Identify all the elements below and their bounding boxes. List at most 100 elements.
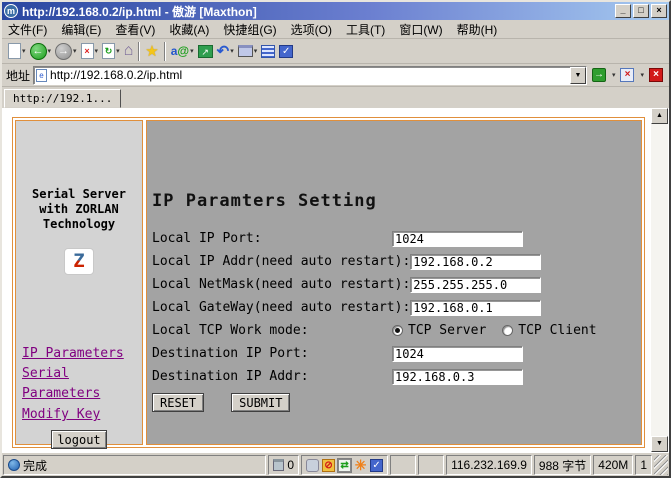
- local-ip-addr-field[interactable]: [410, 254, 541, 270]
- address-input[interactable]: e http://192.168.0.2/ip.html ▼: [33, 66, 587, 85]
- field-label: Local NetMask(need auto restart):: [152, 277, 410, 292]
- form-fill-button[interactable]: ✓: [277, 40, 295, 62]
- resize-grip[interactable]: [654, 455, 668, 475]
- url-text[interactable]: http://192.168.0.2/ip.html: [50, 68, 570, 82]
- minimize-button[interactable]: _: [615, 4, 631, 18]
- empty-panel: [418, 455, 444, 475]
- menu-options[interactable]: 选项(O): [291, 21, 332, 38]
- popup-block-button[interactable]: ×: [618, 66, 636, 85]
- vertical-scrollbar[interactable]: ▲ ▼: [651, 108, 668, 452]
- tools-button[interactable]: ▾: [236, 40, 260, 62]
- scroll-up-icon[interactable]: ▲: [651, 108, 668, 124]
- back-button[interactable]: ←▾: [28, 40, 54, 62]
- destination-ip-addr-field[interactable]: [392, 369, 523, 385]
- menu-window[interactable]: 窗口(W): [399, 21, 442, 38]
- local-gateway-field[interactable]: [410, 300, 541, 316]
- brand-line: with ZORLAN: [16, 202, 142, 217]
- hand-gesture-icon[interactable]: [306, 459, 319, 472]
- tcp-client-radio[interactable]: [502, 325, 513, 336]
- chevron-down-icon[interactable]: ▾: [22, 47, 26, 55]
- field-label: Local IP Port:: [152, 231, 392, 246]
- chevron-down-icon[interactable]: ▾: [95, 47, 99, 55]
- maxthon-logo-icon: m: [4, 4, 18, 18]
- scroll-down-icon[interactable]: ▼: [651, 436, 668, 452]
- field-label: Local TCP Work mode:: [152, 323, 392, 338]
- menu-edit[interactable]: 编辑(E): [61, 21, 101, 38]
- destination-ip-port-field[interactable]: [392, 346, 523, 362]
- home-icon: ⌂: [124, 43, 134, 59]
- tab-current-page[interactable]: http://192.1...: [4, 89, 121, 108]
- chevron-down-icon[interactable]: ▾: [73, 47, 77, 55]
- chevron-down-icon[interactable]: ▾: [612, 71, 616, 79]
- brand-line: Technology: [16, 217, 142, 232]
- address-dropdown-button[interactable]: ▼: [570, 67, 586, 84]
- chevron-down-icon[interactable]: ▾: [190, 47, 194, 55]
- local-netmask-field[interactable]: [410, 277, 541, 293]
- menu-file[interactable]: 文件(F): [8, 21, 47, 38]
- field-label: Local GateWay(need auto restart):: [152, 300, 410, 315]
- groups-button[interactable]: a@▾: [169, 40, 196, 62]
- logout-button[interactable]: logout: [51, 430, 107, 449]
- main-panel: IP Paramters Setting Local IP Port: Loca…: [146, 120, 642, 445]
- status-text: 完成: [23, 457, 47, 474]
- menu-tools[interactable]: 工具(T): [346, 21, 385, 38]
- go-button[interactable]: →: [590, 66, 608, 85]
- list-button[interactable]: [259, 40, 277, 62]
- close-tab-button[interactable]: ×: [647, 66, 665, 85]
- form-fill-status-icon[interactable]: ✓: [370, 459, 383, 472]
- address-bar: 地址 e http://192.168.0.2/ip.html ▼ → ▾ × …: [2, 64, 669, 87]
- stop-icon: ×: [81, 43, 94, 59]
- sidebar-link-serial-parameters[interactable]: Serial Parameters: [22, 364, 142, 404]
- title-bar: m http://192.168.0.2/ip.html - 傲游 [Maxth…: [2, 2, 669, 20]
- chevron-down-icon[interactable]: ▾: [640, 71, 644, 79]
- toolbox-icon: [238, 45, 253, 57]
- chevron-down-icon[interactable]: ▾: [48, 47, 52, 55]
- counter-panel: 1: [635, 455, 652, 475]
- maximize-button[interactable]: □: [633, 4, 649, 18]
- proxy-icon[interactable]: ⇄: [338, 459, 351, 472]
- filter-icon[interactable]: ✳: [354, 459, 367, 472]
- page-icon: e: [36, 69, 47, 82]
- chevron-down-icon[interactable]: ▾: [230, 47, 234, 55]
- form-row-local-netmask: Local NetMask(need auto restart):: [152, 273, 641, 296]
- menu-favorites[interactable]: 收藏(A): [169, 21, 209, 38]
- popup-blocker-icon[interactable]: ⊘: [322, 459, 335, 472]
- capture-button[interactable]: ↗: [196, 40, 215, 62]
- form-row-tcp-work-mode: Local TCP Work mode: TCP Server TCP Clie…: [152, 319, 641, 342]
- new-page-button[interactable]: ▾: [6, 40, 28, 62]
- close-red-icon: ×: [649, 68, 663, 82]
- zorlan-logo: Z: [64, 248, 94, 275]
- forward-button[interactable]: →▾: [53, 40, 79, 62]
- form-buttons: RESET SUBMIT: [152, 393, 641, 412]
- trash-panel[interactable]: 0: [268, 455, 299, 475]
- undo-icon: ↶: [217, 44, 230, 59]
- sidebar-nav: IP Parameters Serial Parameters Modify K…: [16, 343, 142, 425]
- radio-label: TCP Server: [408, 323, 486, 338]
- home-button[interactable]: ⌂: [122, 40, 136, 62]
- close-button[interactable]: ×: [651, 4, 667, 18]
- tcp-server-radio[interactable]: [392, 325, 403, 336]
- sidebar-link-modify-key[interactable]: Modify Key: [22, 405, 100, 425]
- new-page-icon: [8, 43, 21, 59]
- form-row-local-ip-addr: Local IP Addr(need auto restart):: [152, 250, 641, 273]
- favorites-button[interactable]: ★: [143, 40, 160, 62]
- menu-help[interactable]: 帮助(H): [457, 21, 498, 38]
- browser-window: m http://192.168.0.2/ip.html - 傲游 [Maxth…: [0, 0, 671, 478]
- refresh-button[interactable]: ↻▾: [100, 40, 122, 62]
- chevron-down-icon[interactable]: ▾: [254, 47, 258, 55]
- menu-groups[interactable]: 快捷组(G): [223, 21, 276, 38]
- go-icon: →: [592, 68, 606, 82]
- sidebar-link-ip-parameters[interactable]: IP Parameters: [22, 344, 124, 364]
- menu-view[interactable]: 查看(V): [115, 21, 155, 38]
- undo-button[interactable]: ↶▾: [215, 40, 236, 62]
- empty-panel: [390, 455, 416, 475]
- local-ip-port-field[interactable]: [392, 231, 523, 247]
- toolbar-separator: [164, 42, 166, 61]
- brand-text: Serial Server with ZORLAN Technology: [16, 187, 142, 232]
- status-icons-panel: ⊘ ⇄ ✳ ✓: [301, 455, 388, 475]
- window-title: http://192.168.0.2/ip.html - 傲游 [Maxthon…: [22, 3, 613, 20]
- chevron-down-icon[interactable]: ▾: [116, 47, 120, 55]
- submit-button[interactable]: SUBMIT: [231, 393, 290, 412]
- reset-button[interactable]: RESET: [152, 393, 204, 412]
- stop-button[interactable]: ×▾: [79, 40, 101, 62]
